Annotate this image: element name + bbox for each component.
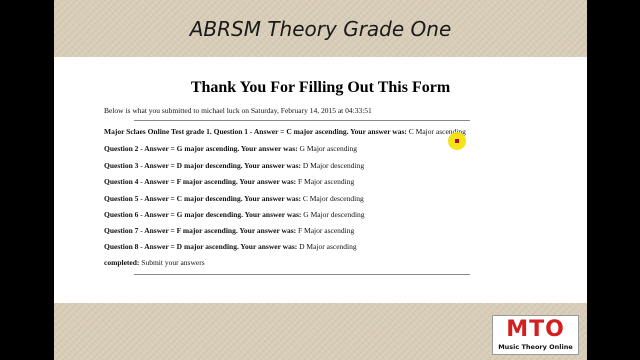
divider-top bbox=[134, 120, 470, 121]
answer-question: Major Sclaes Online Test grade 1. Questi… bbox=[104, 127, 407, 136]
answer-question: Question 7 - Answer = F major ascending.… bbox=[104, 226, 297, 235]
answer-question: Question 5 - Answer = C major descending… bbox=[104, 194, 301, 203]
form-confirmation-page: Thank You For Filling Out This Form Belo… bbox=[54, 57, 587, 303]
slide: ABRSM Theory Grade One Thank You For Fil… bbox=[54, 0, 587, 360]
answer-value: D Major descending bbox=[302, 161, 365, 170]
completed-row: completed: Submit your answers bbox=[104, 258, 205, 268]
answer-value: F Major ascending bbox=[298, 177, 355, 186]
answer-question: Question 2 - Answer = G major ascending.… bbox=[104, 144, 298, 153]
answer-question: Question 6 - Answer = G major descending… bbox=[104, 210, 302, 219]
submission-info: Below is what you submitted to michael l… bbox=[104, 106, 372, 115]
answer-value: D Major ascending bbox=[299, 242, 357, 251]
answer-question: Question 8 - Answer = D major ascending.… bbox=[104, 242, 298, 251]
mouse-cursor-icon bbox=[455, 139, 459, 143]
divider-bottom bbox=[134, 274, 470, 275]
answer-row-3: Question 3 - Answer = D major descending… bbox=[104, 161, 364, 171]
answer-row-2: Question 2 - Answer = G major ascending.… bbox=[104, 144, 357, 154]
answer-row-7: Question 7 - Answer = F major ascending.… bbox=[104, 226, 354, 236]
answer-value: G Major ascending bbox=[299, 144, 358, 153]
answer-row-1: Major Sclaes Online Test grade 1. Questi… bbox=[104, 127, 466, 137]
slide-title: ABRSM Theory Grade One bbox=[189, 17, 452, 41]
answer-question: Question 3 - Answer = D major descending… bbox=[104, 161, 301, 170]
completed-label: completed: bbox=[104, 258, 140, 267]
answer-question: Question 4 - Answer = F major ascending.… bbox=[104, 177, 297, 186]
answer-row-5: Question 5 - Answer = C major descending… bbox=[104, 194, 364, 204]
form-title: Thank You For Filling Out This Form bbox=[190, 79, 451, 96]
answer-row-4: Question 4 - Answer = F major ascending.… bbox=[104, 177, 354, 187]
completed-value: Submit your answers bbox=[141, 258, 205, 267]
logo-mark: MTO bbox=[506, 317, 565, 342]
answer-value: C Major descending bbox=[302, 194, 364, 203]
mto-logo: MTO Music Theory Online bbox=[492, 315, 579, 355]
answer-value: F Major ascending bbox=[298, 226, 355, 235]
answer-row-8: Question 8 - Answer = D major ascending.… bbox=[104, 242, 357, 252]
answer-row-6: Question 6 - Answer = G major descending… bbox=[104, 210, 365, 220]
logo-subtitle: Music Theory Online bbox=[498, 343, 573, 351]
answer-value: G Major descending bbox=[303, 210, 365, 219]
